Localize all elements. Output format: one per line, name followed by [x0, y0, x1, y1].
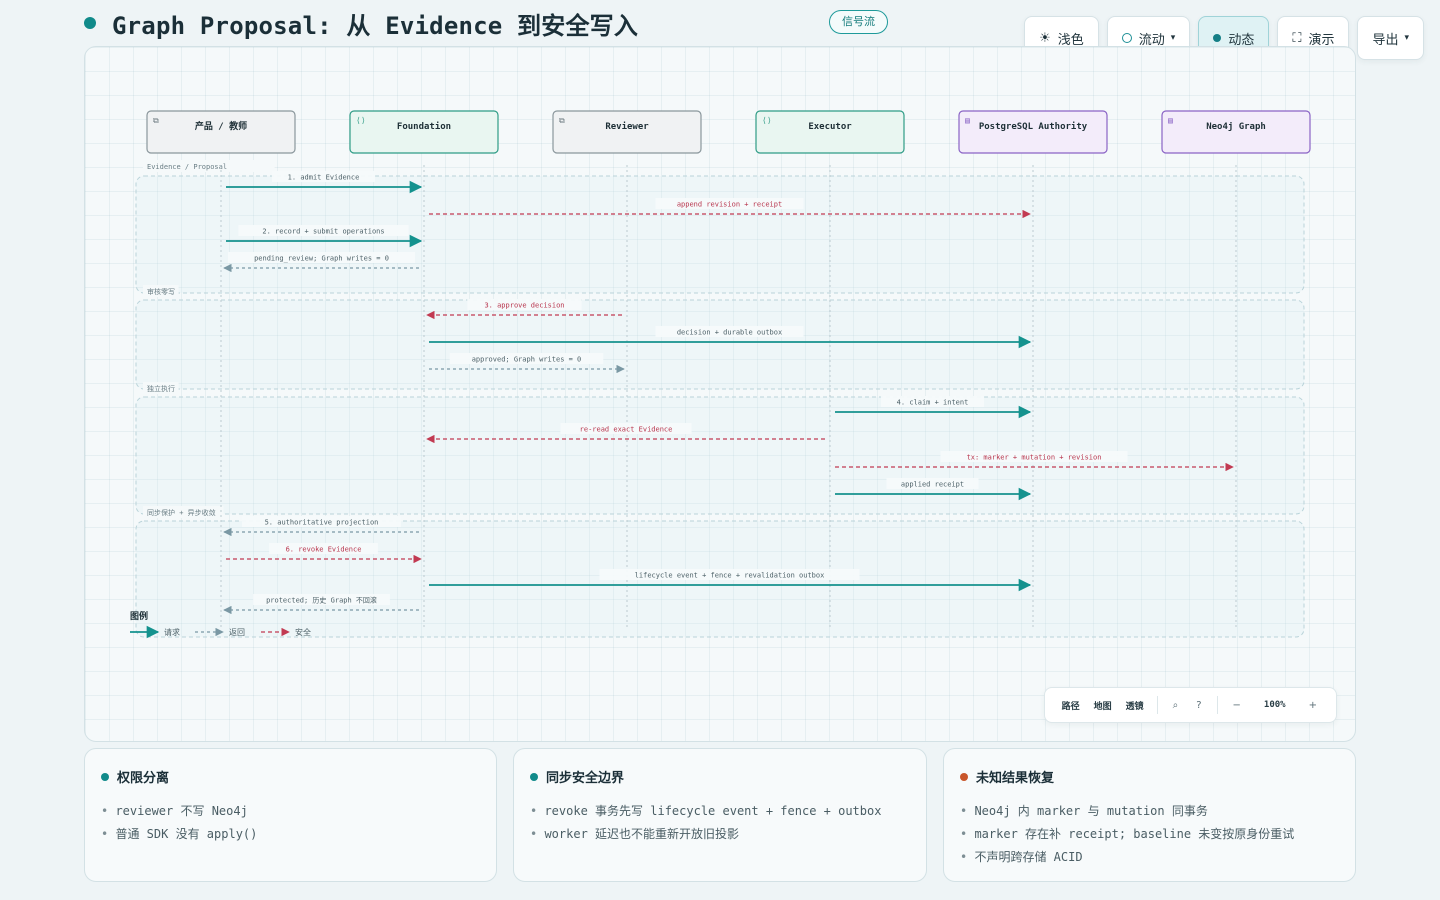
- list-item: 普通 SDK 没有 apply(): [101, 823, 480, 846]
- participant-name: Neo4j Graph: [1206, 121, 1266, 132]
- group-box: [135, 396, 1305, 515]
- message-label: pending_review; Graph writes = 0: [254, 255, 389, 263]
- chevron-down-icon: ▾: [1170, 33, 1176, 43]
- message-label: 4. claim + intent: [897, 399, 969, 407]
- message-label: 5. authoritative projection: [265, 519, 379, 527]
- database-icon: ▤: [1168, 116, 1173, 125]
- card-title: 同步安全边界: [546, 771, 625, 786]
- participant-box: [755, 110, 905, 154]
- zoom-out-button[interactable]: −: [1224, 700, 1250, 711]
- card-title-row: 权限分离: [101, 767, 480, 786]
- card-title: 未知结果恢复: [976, 771, 1055, 786]
- dynamic-label: 动态: [1228, 32, 1255, 48]
- page-header: Graph Proposal: 从 Evidence 到安全写入: [84, 6, 638, 40]
- participant-name: Foundation: [397, 121, 451, 132]
- present-label: 演示: [1308, 32, 1335, 48]
- message-label: 2. record + submit operations: [262, 228, 384, 236]
- participant-name: PostgreSQL Authority: [979, 121, 1088, 132]
- zoom-in-button[interactable]: +: [1300, 700, 1326, 711]
- message-label: applied receipt: [901, 481, 964, 489]
- card-title: 权限分离: [117, 771, 170, 786]
- participant-box: [349, 110, 499, 154]
- card-list: Neo4j 内 marker 与 mutation 同事务 marker 存在补…: [960, 800, 1339, 869]
- list-item: Neo4j 内 marker 与 mutation 同事务: [960, 800, 1339, 823]
- code-icon: ⟨⟩: [762, 116, 772, 125]
- map-button[interactable]: 地图: [1087, 699, 1119, 712]
- diagram-canvas[interactable]: Evidence / Proposal 审核零写独立执行同步保护 + 异步收敛 ⧉ 产…: [84, 46, 1356, 742]
- title-dot: [84, 17, 96, 29]
- message-label: protected; 历史 Graph 不回滚: [266, 596, 377, 605]
- lens-button[interactable]: 透镜: [1119, 699, 1151, 712]
- card-unknown-result-recovery: 未知结果恢复 Neo4j 内 marker 与 mutation 同事务 mar…: [943, 748, 1356, 882]
- export-label: 导出: [1372, 32, 1399, 48]
- list-item: marker 存在补 receipt; baseline 未变按原身份重试: [960, 823, 1339, 846]
- window-icon: ⧉: [559, 116, 565, 125]
- chevron-down-icon: ▾: [1404, 33, 1409, 43]
- card-dot: [960, 772, 968, 781]
- theme-label: 浅色: [1057, 32, 1084, 48]
- signal-flow-badge[interactable]: 信号流: [829, 10, 888, 34]
- export-dropdown[interactable]: 导出 ▾: [1357, 16, 1424, 60]
- message-label: lifecycle event + fence + revalidation o…: [635, 572, 825, 580]
- list-item: reviewer 不写 Neo4j: [101, 800, 480, 823]
- path-button[interactable]: 路径: [1055, 699, 1087, 712]
- sun-icon: ☀: [1039, 30, 1051, 46]
- group-label: Evidence / Proposal: [147, 163, 227, 171]
- legend-title: 图例: [130, 610, 148, 622]
- fullscreen-icon: ⛶: [1292, 30, 1302, 46]
- card-dot: [101, 772, 109, 781]
- message-label: tx: marker + mutation + revision: [967, 454, 1102, 462]
- legend-return-label: 返回: [229, 628, 245, 637]
- message-label: 3. approve decision: [484, 302, 564, 310]
- help-icon[interactable]: ?: [1187, 700, 1210, 711]
- flow-circle-icon: [1121, 33, 1132, 43]
- group-box: [135, 299, 1305, 390]
- legend-safety-label: 安全: [295, 627, 311, 637]
- card-permission-separation: 权限分离 reviewer 不写 Neo4j 普通 SDK 没有 apply(): [84, 748, 497, 882]
- list-item: 不声明跨存储 ACID: [960, 846, 1339, 869]
- participant-box: [1161, 110, 1311, 154]
- card-title-row: 同步安全边界: [530, 767, 910, 786]
- search-icon[interactable]: ⌕: [1164, 700, 1188, 711]
- card-list: reviewer 不写 Neo4j 普通 SDK 没有 apply(): [101, 800, 480, 846]
- message-label: 6. revoke Evidence: [286, 546, 362, 554]
- message-label: approved; Graph writes = 0: [472, 356, 582, 364]
- flow-label: 流动: [1138, 32, 1165, 48]
- message-label: append revision + receipt: [677, 201, 782, 209]
- participant-name: 产品 / 教师: [195, 120, 247, 132]
- card-dot: [530, 772, 538, 781]
- message-label: decision + durable outbox: [677, 329, 782, 337]
- divider: [1156, 696, 1158, 714]
- page-title: Graph Proposal: 从 Evidence 到安全写入: [112, 11, 639, 40]
- legend-request-label: 请求: [164, 627, 180, 637]
- group-label: 独立执行: [147, 384, 175, 393]
- group-label: 同步保护 + 异步收敛: [147, 508, 216, 517]
- participant-name: Reviewer: [605, 121, 649, 132]
- message-label: re-read exact Evidence: [580, 426, 673, 434]
- participant-box: [146, 110, 296, 154]
- card-title-row: 未知结果恢复: [960, 767, 1339, 786]
- zoom-controls: 路径 地图 透镜 ⌕ ? − 100% +: [1043, 687, 1337, 723]
- participant-box: [958, 110, 1108, 154]
- card-list: revoke 事务先写 lifecycle event + fence + ou…: [530, 800, 910, 846]
- message-label: 1. admit Evidence: [288, 174, 360, 182]
- zoom-level: 100%: [1263, 700, 1286, 710]
- window-icon: ⧉: [153, 116, 159, 125]
- divider: [1216, 696, 1218, 714]
- dynamic-dot-icon: [1213, 34, 1222, 42]
- participant-box: [552, 110, 702, 154]
- database-icon: ▤: [965, 116, 970, 125]
- group-label: 审核零写: [147, 287, 175, 296]
- sequence-diagram: Evidence / Proposal 审核零写独立执行同步保护 + 异步收敛 ⧉ 产…: [130, 110, 1311, 639]
- code-icon: ⟨⟩: [356, 116, 366, 125]
- list-item: worker 延迟也不能重新开放旧投影: [530, 823, 910, 846]
- participant-name: Executor: [808, 122, 852, 132]
- list-item: revoke 事务先写 lifecycle event + fence + ou…: [530, 800, 910, 823]
- card-sync-safety-boundary: 同步安全边界 revoke 事务先写 lifecycle event + fen…: [513, 748, 927, 882]
